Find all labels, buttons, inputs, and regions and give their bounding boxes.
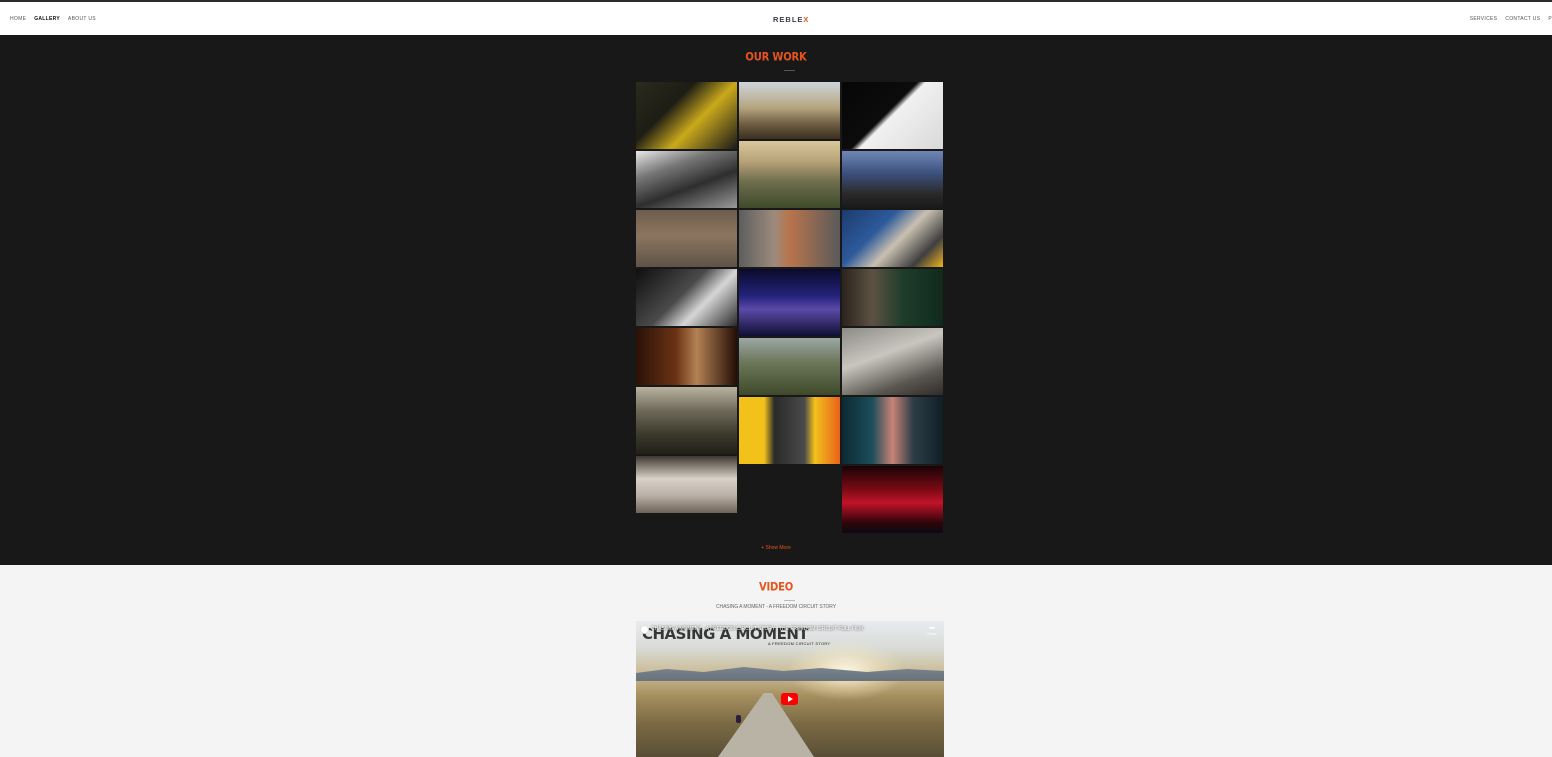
share-label: Share [927, 632, 937, 636]
gallery-tile-guitar-bw[interactable] [636, 269, 737, 326]
video-player[interactable]: CHASING A MOMENT A FREEDOM CIRCUIT STORY… [636, 621, 944, 757]
nav-contact-us[interactable]: CONTACT US [1505, 16, 1540, 22]
gallery-tile-boxer-bw[interactable] [636, 151, 737, 208]
gallery-tile-cyclist-drinking[interactable] [636, 82, 737, 149]
gallery-tile-runner-stairs[interactable] [739, 397, 840, 464]
gallery-tile-kitchen-window[interactable] [636, 328, 737, 385]
nav-right: SERVICES CONTACT US P [1470, 16, 1552, 22]
gallery-tile-cyclist-shadow[interactable] [842, 82, 943, 149]
nav-left: HOME GALLERY ABOUT US [10, 16, 96, 22]
title-divider [784, 70, 795, 71]
gallery-tile-runner-mountain[interactable] [842, 151, 943, 208]
gallery-tile-shearing-shed[interactable] [842, 269, 943, 326]
gallery-tile-farmer-corn[interactable] [636, 387, 737, 454]
gallery-tile-guitarist-stage[interactable] [739, 269, 840, 336]
nav-gallery[interactable]: GALLERY [34, 16, 60, 22]
gallery-tile-train-station[interactable] [842, 397, 943, 464]
gallery-tile-sheep-faces[interactable] [636, 456, 737, 513]
video-section: VIDEO CHASING A MOMENT - A FREEDOM CIRCU… [0, 565, 1552, 757]
gallery-tile-tractor-sunset[interactable] [739, 141, 840, 208]
gallery-tile-muddy-shoe[interactable] [842, 210, 943, 267]
video-title: VIDEO [758, 581, 794, 594]
nav-about-us[interactable]: ABOUT US [68, 16, 96, 22]
video-player-title[interactable]: CHASING A MOMENT - A FREEDOM CIRCUIT STO… [651, 626, 863, 632]
share-button[interactable]: ➦ Share [926, 625, 938, 636]
nav-services[interactable]: SERVICES [1470, 16, 1498, 22]
logo-text: REBLE [773, 15, 804, 24]
gallery-tile-winding-road[interactable] [739, 338, 840, 395]
gallery-tile-sheep-pen[interactable] [842, 328, 943, 395]
video-thumbnail-rider [736, 715, 741, 723]
video-thumbnail-road [718, 693, 814, 757]
video-overlay-subtitle: A FREEDOM CIRCUIT STORY [768, 641, 831, 646]
channel-avatar-icon[interactable] [640, 625, 649, 634]
gallery-tile-farm-field[interactable] [636, 210, 737, 267]
site-logo[interactable]: REBLEX [773, 15, 809, 24]
gallery-tile-concert-crowd[interactable] [842, 466, 943, 533]
top-navigation: HOME GALLERY ABOUT US REBLEX SERVICES CO… [0, 0, 1552, 35]
show-more-button[interactable]: + Show More [0, 545, 1552, 551]
gallery-tile-boxer-back[interactable] [739, 210, 840, 267]
our-work-section: OUR WORK + Show More [0, 35, 1552, 565]
play-button-icon[interactable] [781, 693, 798, 705]
title-divider [784, 600, 795, 601]
video-subtitle: CHASING A MOMENT - A FREEDOM CIRCUIT STO… [716, 604, 836, 610]
gallery-tile-horse-rider[interactable] [739, 82, 840, 139]
nav-overflow[interactable]: P [1548, 16, 1552, 22]
nav-home[interactable]: HOME [10, 16, 26, 22]
our-work-title: OUR WORK [745, 51, 807, 64]
share-icon: ➦ [929, 625, 935, 632]
logo-accent: X [803, 15, 810, 24]
